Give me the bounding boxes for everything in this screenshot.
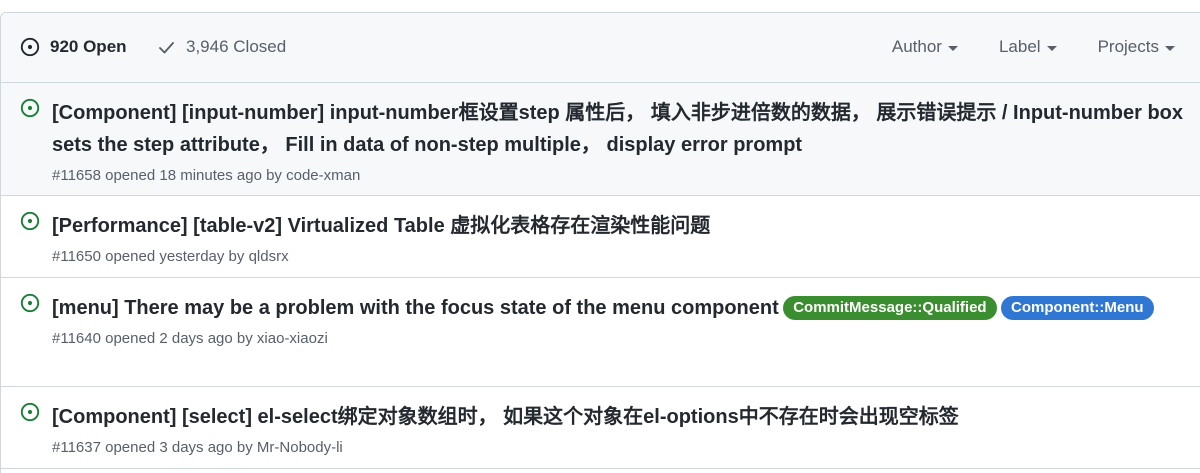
author-filter-dropdown[interactable]: Author: [892, 37, 958, 57]
issue-content: [Component] [select] el-select绑定对象数组时， 如…: [52, 401, 1191, 456]
issue-row[interactable]: [Component] [select] el-select绑定对象数组时， 如…: [1, 387, 1200, 469]
issue-opened-text: opened yesterday by: [105, 248, 245, 265]
closed-issues-filter[interactable]: 3,946 Closed: [158, 37, 286, 57]
projects-filter-label: Projects: [1097, 37, 1159, 56]
issue-row[interactable]: [Performance] [table-v2] Virtualized Tab…: [1, 196, 1200, 278]
issue-number[interactable]: #11640: [52, 330, 101, 347]
issue-opened-text: opened 18 minutes ago by: [105, 167, 282, 184]
issue-row[interactable]: [Component] [input-number] input-number框…: [1, 83, 1200, 196]
issues-list: 920 Open 3,946 Closed Author Label Proje…: [0, 12, 1200, 473]
label-filter-label: Label: [998, 37, 1041, 56]
issue-meta: #11640 opened 2 days ago by xiao-xiaozi: [52, 330, 1191, 347]
issue-content: [menu] There may be a problem with the f…: [52, 292, 1191, 347]
closed-count-label: 3,946 Closed: [186, 37, 287, 56]
issue-meta: #11658 opened 18 minutes ago by code-xma…: [52, 167, 1191, 184]
issue-opened-icon: [20, 98, 40, 123]
check-icon: [158, 39, 175, 56]
issue-content: [Component] [input-number] input-number框…: [52, 97, 1191, 184]
issue-number[interactable]: #11650: [52, 248, 101, 265]
issue-opened-icon: [20, 402, 40, 427]
issue-opened-icon: [20, 211, 40, 236]
issue-title-line: [menu] There may be a problem with the f…: [52, 292, 1191, 324]
issue-author-link[interactable]: code-xman: [286, 167, 360, 184]
issue-number[interactable]: #11637: [52, 439, 101, 456]
issue-title-link[interactable]: [menu] There may be a problem with the f…: [52, 297, 779, 319]
issue-title-link[interactable]: [Performance] [table-v2] Virtualized Tab…: [52, 215, 710, 237]
issues-list-header: 920 Open 3,946 Closed Author Label Proje…: [1, 13, 1200, 83]
author-filter-label: Author: [891, 37, 942, 56]
issue-title-link[interactable]: [Component] [input-number] input-number框…: [52, 102, 1183, 156]
label-filter-dropdown[interactable]: Label: [999, 37, 1057, 57]
issue-meta: #11650 opened yesterday by qldsrx: [52, 248, 1191, 265]
open-count-label: 920 Open: [50, 37, 127, 56]
issue-author-link[interactable]: Mr-Nobody-li: [257, 439, 343, 456]
label-component-menu[interactable]: Component::Menu: [1001, 296, 1154, 320]
filter-menu-bar: Author Label Projects: [851, 37, 1175, 57]
issue-author-link[interactable]: xiao-xiaozi: [257, 330, 328, 347]
issue-opened-text: opened 3 days ago by: [105, 439, 253, 456]
issue-row[interactable]: [menu] There may be a problem with the f…: [1, 278, 1200, 387]
issue-opened-icon: [20, 293, 40, 318]
issue-meta: #11637 opened 3 days ago by Mr-Nobody-li: [52, 439, 1191, 456]
issue-content: [Performance] [table-v2] Virtualized Tab…: [52, 210, 1191, 265]
issue-title-link[interactable]: [Component] [select] el-select绑定对象数组时， 如…: [52, 406, 959, 428]
issue-number[interactable]: #11658: [52, 167, 101, 184]
open-issues-filter[interactable]: 920 Open: [20, 37, 127, 57]
issue-opened-text: opened 2 days ago by: [105, 330, 253, 347]
caret-down-icon: [1046, 45, 1057, 51]
label-commit-message-qualified[interactable]: CommitMessage::Qualified: [783, 296, 997, 320]
issue-opened-icon: [20, 37, 40, 57]
caret-down-icon: [1165, 45, 1175, 51]
projects-filter-dropdown[interactable]: Projects: [1098, 37, 1175, 57]
issue-author-link[interactable]: qldsrx: [249, 248, 289, 265]
caret-down-icon: [947, 45, 958, 51]
